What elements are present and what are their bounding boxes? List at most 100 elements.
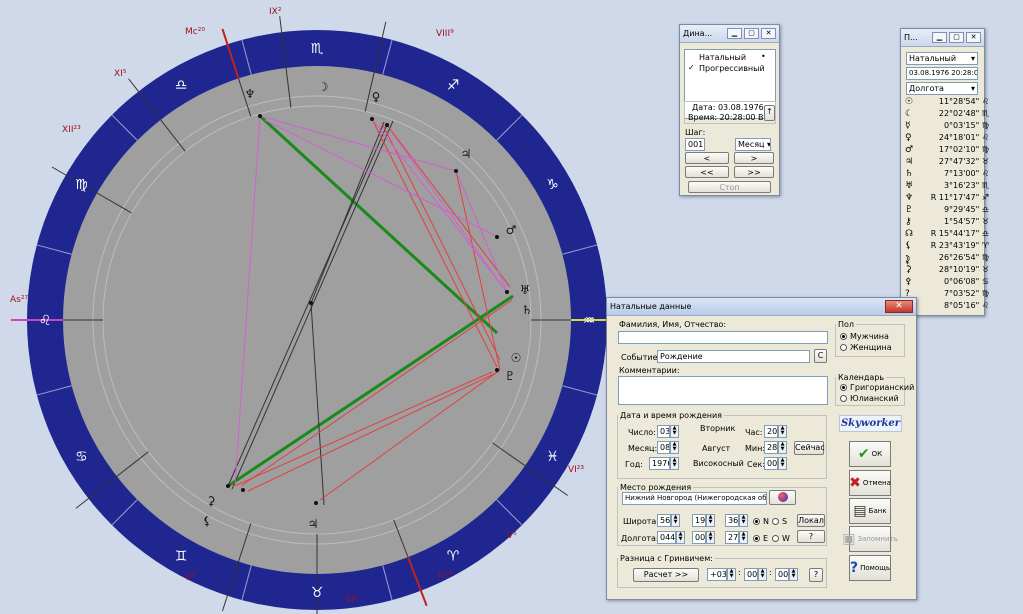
lon-min-spinner[interactable]: ▲ ▼ <box>706 531 715 544</box>
lat-deg-input[interactable]: 56 <box>657 514 671 527</box>
tz-hours-spinner[interactable]: ▲ ▼ <box>727 568 736 581</box>
help-button[interactable]: ? Помощь <box>849 555 891 581</box>
lon-deg-spinner[interactable]: ▲ ▼ <box>676 531 685 544</box>
lon-sec-input[interactable]: 27 <box>725 531 739 544</box>
planet-glyph: ♅ <box>520 283 531 297</box>
planet-point <box>505 290 509 294</box>
close-button[interactable]: ✕ <box>885 300 913 313</box>
coords-help-button[interactable]: ? <box>797 530 825 543</box>
chart-type-select[interactable]: Натальный ▾ <box>906 52 978 65</box>
event-select-button[interactable]: С <box>814 349 827 363</box>
minimize-button[interactable]: ▁ <box>932 32 947 43</box>
prev-button[interactable]: < <box>685 152 729 164</box>
lon-min-input[interactable]: 00 <box>692 531 706 544</box>
tz-seconds-input[interactable]: 00 <box>775 568 789 581</box>
ok-button[interactable]: ✔ ОК <box>849 441 891 467</box>
minimize-button[interactable]: ▁ <box>727 28 742 39</box>
zodiac-sign-glyph: ♑ <box>546 177 559 193</box>
globe-button[interactable] <box>769 490 796 505</box>
close-button[interactable]: ✕ <box>761 28 776 39</box>
planet-point <box>370 117 374 121</box>
radio-female[interactable]: Женщина <box>840 343 892 352</box>
planet-longitude: 22°02'48" ♏ <box>938 109 989 118</box>
fast-prev-button[interactable]: << <box>685 166 729 178</box>
lat-deg-spinner[interactable]: ▲ ▼ <box>671 514 680 527</box>
planet-longitude: 7°03'52" ♍ <box>943 289 989 298</box>
save-button[interactable]: ▣ Запомнить <box>842 526 898 552</box>
local-button[interactable]: Локал <box>797 514 825 527</box>
step-input[interactable]: 001 <box>685 138 705 151</box>
radio-gregorian[interactable]: Григорианский <box>840 383 914 392</box>
mode-item-natal[interactable]: Натальный <box>699 53 746 62</box>
year-spinner[interactable]: ▲ ▼ <box>670 457 679 470</box>
year-input[interactable]: 1976 <box>649 457 670 470</box>
stop-button[interactable]: Стоп <box>688 181 771 193</box>
lon-deg-input[interactable]: 044 <box>657 531 676 544</box>
radio-south[interactable]: S <box>772 517 787 526</box>
tz-minutes-input[interactable]: 00 <box>744 568 758 581</box>
now-button[interactable]: Сейчас <box>794 441 825 455</box>
longitude-label: Долгота: <box>621 534 659 543</box>
natal-titlebar[interactable]: Натальные данные ✕ <box>607 298 916 316</box>
next-button[interactable]: > <box>734 152 774 164</box>
dynamics-titlebar[interactable]: Дина... ▁ ▢ ✕ <box>680 25 779 43</box>
zodiac-sign-glyph: ♐ <box>447 77 460 93</box>
radio-male[interactable]: Мужчина <box>840 332 889 341</box>
close-button[interactable]: ✕ <box>966 32 981 43</box>
maximize-button[interactable]: ▢ <box>744 28 759 39</box>
planet-glyph: ⚳ <box>905 265 912 275</box>
date-panel: Дата: 03.08.1976 Время: 20:28:00 Вт ↑ <box>684 101 776 124</box>
check-icon: ✔ <box>857 446 870 462</box>
hour-spinner[interactable]: ▲ ▼ <box>778 425 787 438</box>
timezone-help-button[interactable]: ? <box>809 568 823 582</box>
name-input[interactable] <box>618 331 828 344</box>
natal-title: Натальные данные <box>610 302 692 311</box>
lat-sec-input[interactable]: 36 <box>725 514 739 527</box>
lat-min-spinner[interactable]: ▲ ▼ <box>706 514 715 527</box>
month-spinner[interactable]: ▲ ▼ <box>670 441 679 454</box>
minute-spinner[interactable]: ▲ ▼ <box>778 441 787 454</box>
second-spinner[interactable]: ▲ ▼ <box>778 457 787 470</box>
mode-item-progressive[interactable]: Прогрессивный <box>699 64 765 73</box>
second-input[interactable]: 00 <box>764 457 778 470</box>
lat-min-input[interactable]: 19 <box>692 514 706 527</box>
minute-input[interactable]: 28 <box>764 441 778 454</box>
radio-julian[interactable]: Юлианский <box>840 394 899 403</box>
tz-minutes-spinner[interactable]: ▲ ▼ <box>758 568 767 581</box>
calculate-button[interactable]: Расчет >> <box>633 568 699 582</box>
planets-title: П... <box>904 33 918 42</box>
planet-row: ☾ 22°02'48" ♏ <box>905 109 989 120</box>
bank-button[interactable]: ▤ Банк <box>849 498 891 524</box>
radio-east[interactable]: E <box>753 534 768 543</box>
planet-row: ♇ 9°29'45" ♎ <box>905 205 989 216</box>
gender-legend: Пол <box>838 320 855 329</box>
maximize-button[interactable]: ▢ <box>949 32 964 43</box>
tz-hours-input[interactable]: +03 <box>707 568 727 581</box>
zodiac-sign-glyph: ♍ <box>75 177 88 193</box>
zodiac-sign-glyph: ♉ <box>311 585 324 601</box>
event-input[interactable]: Рождение <box>657 350 810 363</box>
arrow-up-button[interactable]: ↑ <box>764 105 775 121</box>
day-input[interactable]: 03 <box>657 425 670 438</box>
cancel-button[interactable]: ✖ Отмена <box>849 470 891 496</box>
planet-point <box>226 484 230 488</box>
day-spinner[interactable]: ▲ ▼ <box>670 425 679 438</box>
tz-seconds-spinner[interactable]: ▲ ▼ <box>789 568 798 581</box>
planet-glyph: ♀ <box>905 133 912 143</box>
radio-west[interactable]: W <box>772 534 790 543</box>
radio-north[interactable]: N <box>753 517 769 526</box>
unit-select[interactable]: Месяц ▾ <box>735 138 771 151</box>
coord-select[interactable]: Долгота ▾ <box>906 82 978 95</box>
comment-textarea[interactable] <box>618 376 828 405</box>
fast-next-button[interactable]: >> <box>734 166 774 178</box>
place-input[interactable]: Нижний Новгород (Нижегородская област <box>622 492 767 505</box>
lon-sec-spinner[interactable]: ▲ ▼ <box>739 531 748 544</box>
month-name-text: Август <box>702 444 731 453</box>
chart-inner-disc <box>63 66 571 574</box>
zodiac-sign-glyph: ♌ <box>39 313 52 329</box>
hour-input[interactable]: 20 <box>764 425 778 438</box>
x-icon: ✖ <box>849 475 861 491</box>
lat-sec-spinner[interactable]: ▲ ▼ <box>739 514 748 527</box>
month-input[interactable]: 08 <box>657 441 670 454</box>
planets-titlebar[interactable]: П... ▁ ▢ ✕ <box>901 29 984 47</box>
